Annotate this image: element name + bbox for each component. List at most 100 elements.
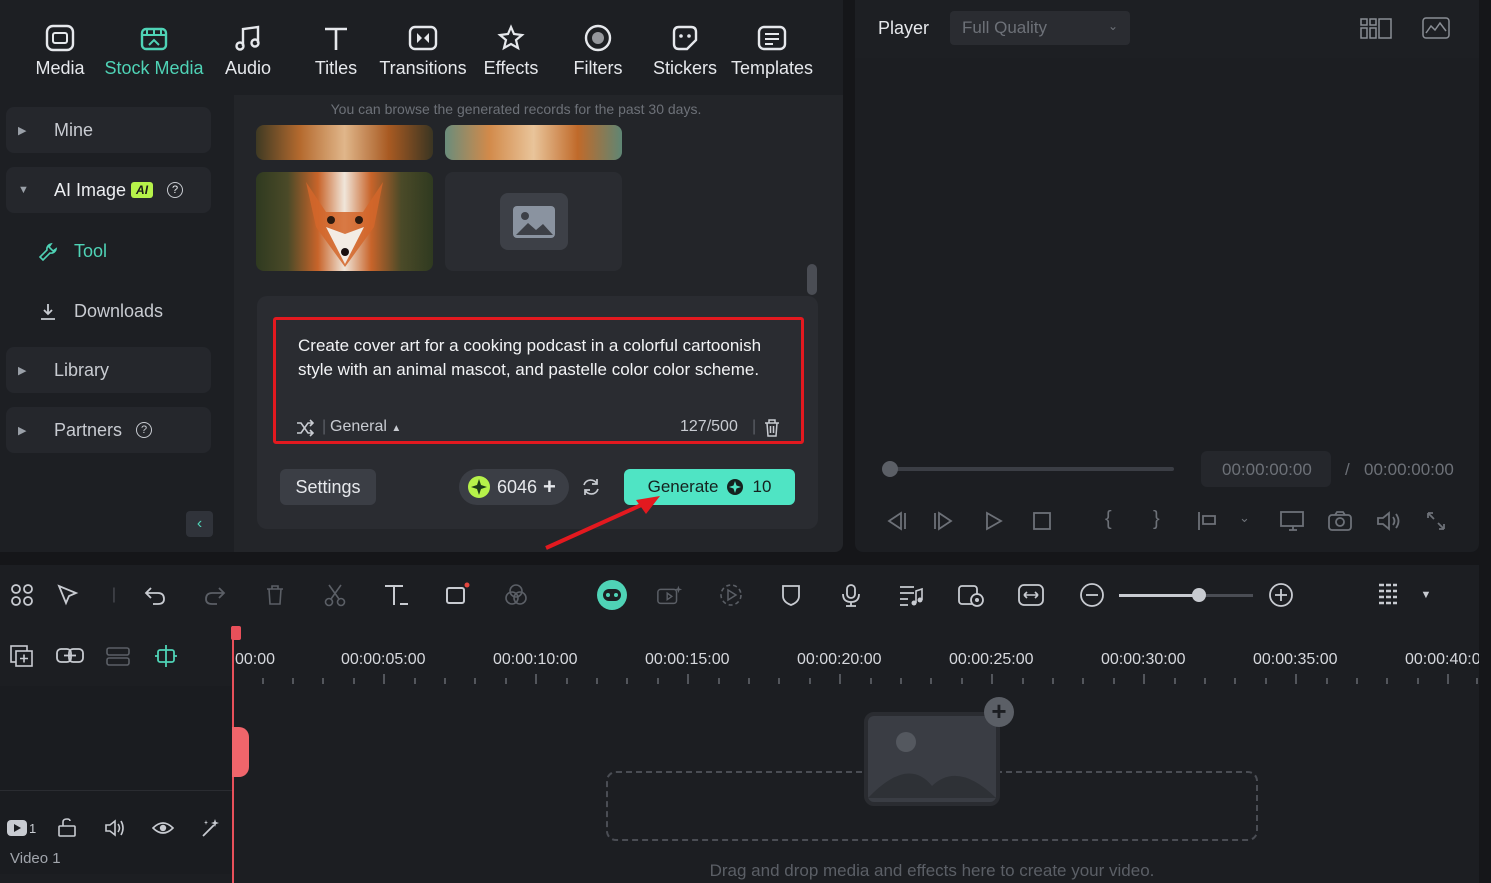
layout-grid-icon[interactable] bbox=[1360, 18, 1392, 40]
help-icon[interactable]: ? bbox=[136, 422, 153, 438]
volume-icon[interactable] bbox=[1375, 510, 1401, 532]
sidebar-item-mine[interactable]: ▶ Mine bbox=[6, 107, 211, 153]
tab-transitions[interactable]: Transitions bbox=[378, 22, 468, 79]
settings-button[interactable]: Settings bbox=[280, 469, 376, 505]
trim-handle[interactable] bbox=[232, 727, 249, 777]
sidebar-item-tool[interactable]: Tool bbox=[38, 241, 107, 262]
caret-right-icon: ▶ bbox=[18, 364, 27, 377]
sidebar-item-label: AI Image bbox=[54, 179, 127, 200]
zoom-out-icon[interactable] bbox=[1078, 581, 1106, 609]
undo-icon[interactable] bbox=[141, 581, 169, 609]
playback-slider[interactable] bbox=[890, 467, 1174, 471]
magic-wand-icon[interactable] bbox=[200, 817, 222, 839]
add-media-icon[interactable]: + bbox=[984, 697, 1014, 727]
text-tool-icon[interactable] bbox=[382, 581, 410, 609]
trash-icon[interactable] bbox=[764, 419, 780, 437]
zoom-handle[interactable] bbox=[1192, 588, 1206, 602]
generated-image-thumbnail[interactable] bbox=[445, 125, 622, 160]
prompt-text[interactable]: Create cover art for a cooking podcast i… bbox=[298, 334, 778, 382]
link-icon[interactable] bbox=[55, 645, 85, 667]
playhead-handle[interactable] bbox=[231, 626, 241, 640]
layout-icon[interactable] bbox=[8, 581, 36, 609]
settings-label: Settings bbox=[295, 476, 361, 497]
zoom-slider[interactable] bbox=[1119, 594, 1253, 597]
fox-image-thumbnail[interactable] bbox=[256, 172, 433, 271]
render-preview-icon[interactable] bbox=[957, 581, 985, 609]
chevron-down-icon[interactable]: ⌄ bbox=[1239, 510, 1250, 526]
collapse-sidebar-button[interactable]: ‹ bbox=[186, 511, 213, 537]
select-tool-icon[interactable] bbox=[55, 581, 83, 609]
redo-icon[interactable] bbox=[201, 581, 229, 609]
tab-stickers[interactable]: Stickers bbox=[652, 22, 718, 79]
mark-in-icon[interactable]: { bbox=[1105, 508, 1112, 531]
add-track-icon[interactable] bbox=[9, 644, 35, 668]
microphone-icon[interactable] bbox=[837, 581, 865, 609]
ai-copilot-icon[interactable] bbox=[596, 579, 628, 611]
next-frame-icon[interactable] bbox=[933, 510, 957, 532]
tab-effects-label: Effects bbox=[483, 58, 539, 78]
timeline-settings-icon[interactable] bbox=[1374, 581, 1402, 609]
mute-icon[interactable] bbox=[104, 818, 126, 838]
image-placeholder bbox=[445, 172, 622, 271]
sidebar-item-downloads[interactable]: Downloads bbox=[38, 301, 163, 322]
tab-stock-media[interactable]: Stock Media bbox=[102, 22, 206, 79]
player-title: Player bbox=[878, 18, 930, 38]
player-panel: Player Full Quality ⌄ 00:00:00:00 / 00:0… bbox=[855, 0, 1479, 552]
fullscreen-icon[interactable] bbox=[1425, 510, 1447, 532]
ai-badge: AI bbox=[131, 182, 154, 198]
scissors-icon[interactable] bbox=[321, 581, 349, 609]
help-icon[interactable]: ? bbox=[167, 182, 184, 198]
style-dropdown[interactable]: General ▲ bbox=[330, 418, 401, 436]
insert-icon[interactable] bbox=[1197, 510, 1221, 532]
ruler-label: 00:00:15:00 bbox=[645, 651, 730, 668]
lock-icon[interactable] bbox=[57, 818, 77, 838]
templates-icon bbox=[756, 22, 788, 54]
track-manager-icon[interactable] bbox=[105, 645, 131, 667]
snapshot-icon[interactable] bbox=[1327, 510, 1353, 532]
shuffle-icon[interactable] bbox=[296, 419, 314, 437]
transitions-icon bbox=[407, 22, 439, 54]
generated-image-thumbnail[interactable] bbox=[256, 125, 433, 160]
caret-down-icon[interactable]: ▼ bbox=[1412, 581, 1440, 609]
auto-reframe-icon[interactable] bbox=[717, 581, 745, 609]
scrollbar-thumb[interactable] bbox=[807, 264, 817, 295]
player-header: Player Full Quality ⌄ bbox=[855, 0, 1479, 58]
tab-titles[interactable]: Titles bbox=[308, 22, 364, 79]
prompt-input[interactable]: Create cover art for a cooking podcast i… bbox=[273, 317, 804, 444]
divider: | bbox=[322, 418, 327, 435]
media-placeholder-icon bbox=[864, 712, 1000, 806]
stop-icon[interactable] bbox=[1031, 510, 1053, 532]
smart-cutout-icon[interactable] bbox=[656, 581, 684, 609]
color-icon[interactable] bbox=[502, 581, 530, 609]
prev-frame-icon[interactable] bbox=[883, 510, 907, 532]
eye-icon[interactable] bbox=[152, 820, 174, 836]
ruler-label: 00:00:35:00 bbox=[1253, 651, 1338, 668]
drop-hint: Drag and drop media and effects here to … bbox=[709, 861, 1155, 880]
tab-audio[interactable]: Audio bbox=[220, 22, 276, 79]
quality-dropdown[interactable]: Full Quality ⌄ bbox=[950, 11, 1130, 45]
credit-balance: 6046 bbox=[497, 476, 538, 497]
shield-icon[interactable] bbox=[777, 581, 805, 609]
crop-icon[interactable] bbox=[443, 581, 471, 609]
track-tools bbox=[0, 626, 232, 686]
fit-timeline-icon[interactable] bbox=[1017, 581, 1045, 609]
scopes-icon[interactable] bbox=[1422, 17, 1450, 39]
tab-filters[interactable]: Filters bbox=[570, 22, 626, 79]
tab-templates[interactable]: Templates bbox=[730, 22, 814, 79]
titles-icon bbox=[320, 22, 352, 54]
mark-out-icon[interactable]: } bbox=[1153, 508, 1160, 531]
divider: | bbox=[752, 418, 757, 435]
sidebar-item-partners[interactable]: ▶ Partners ? bbox=[6, 407, 211, 453]
playback-handle[interactable] bbox=[882, 461, 898, 477]
magnetic-snap-icon[interactable] bbox=[153, 643, 179, 669]
zoom-in-icon[interactable] bbox=[1267, 581, 1295, 609]
sidebar-item-library[interactable]: ▶ Library bbox=[6, 347, 211, 393]
delete-icon[interactable] bbox=[261, 581, 289, 609]
audio-mix-icon[interactable] bbox=[897, 581, 925, 609]
display-icon[interactable] bbox=[1279, 510, 1307, 532]
style-label: General bbox=[330, 418, 387, 435]
play-icon[interactable] bbox=[983, 510, 1005, 532]
tab-effects[interactable]: Effects bbox=[482, 22, 540, 79]
sidebar-item-ai-image[interactable]: ▼ AI Image AI ? bbox=[6, 167, 211, 213]
tab-media[interactable]: Media bbox=[32, 22, 88, 79]
